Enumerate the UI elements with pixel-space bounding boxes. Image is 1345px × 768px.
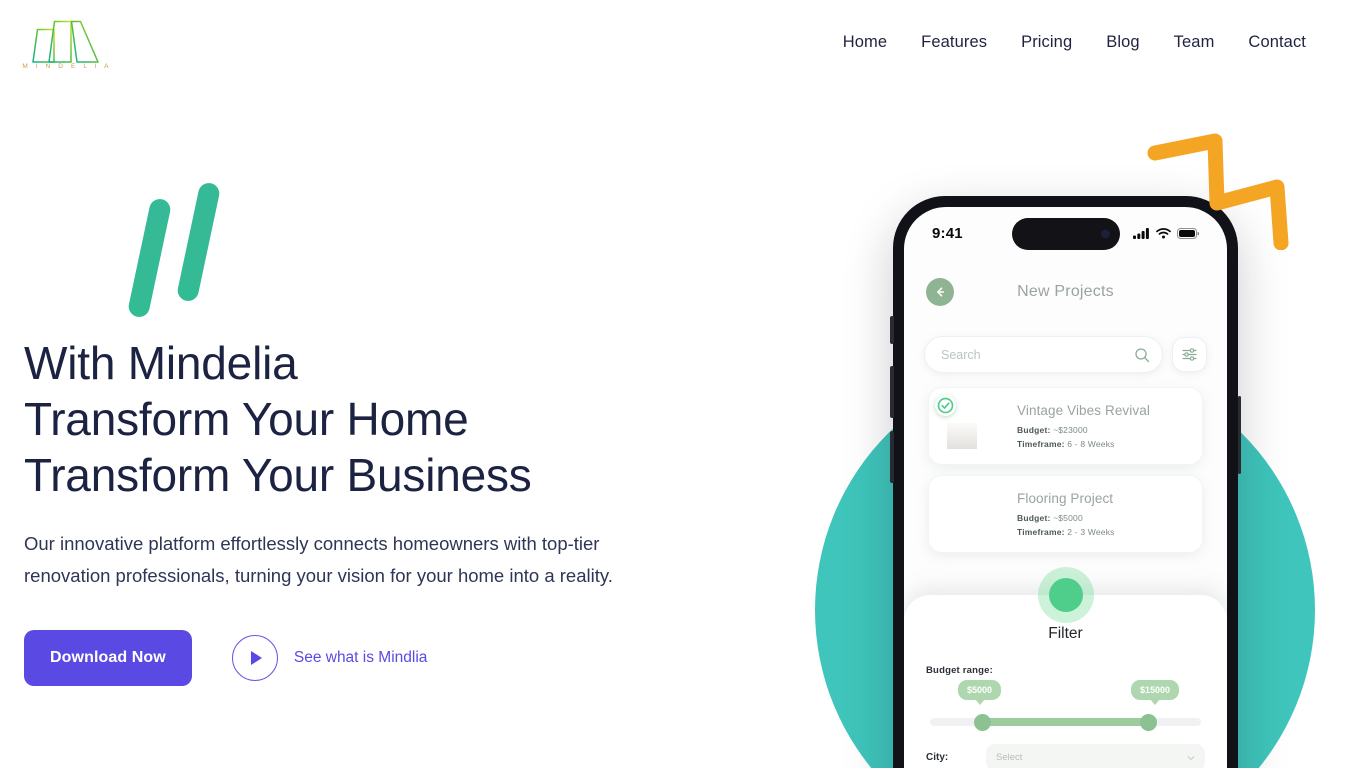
project-thumbnail-flooring bbox=[941, 485, 1005, 543]
project-budget-value: ~$23000 bbox=[1053, 425, 1088, 435]
range-fill bbox=[981, 718, 1149, 726]
city-label: City: bbox=[926, 752, 949, 763]
hero-title-line-3: Transform Your Business bbox=[24, 449, 532, 501]
city-row: City: Select bbox=[926, 744, 1205, 768]
project-budget-label: Budget: bbox=[1017, 425, 1051, 435]
orange-zigzag-decoration bbox=[1145, 125, 1305, 251]
search-input[interactable] bbox=[941, 347, 1134, 362]
search-row bbox=[904, 336, 1227, 373]
phone-power-button bbox=[1237, 396, 1241, 474]
city-select[interactable]: Select bbox=[986, 744, 1205, 768]
hero-subtitle: Our innovative platform effortlessly con… bbox=[24, 533, 613, 586]
mindelia-m-logo-icon bbox=[32, 20, 99, 63]
landing-page: M I N D E L I A Home Features Pricing Bl… bbox=[0, 0, 1345, 768]
project-budget-label: Budget: bbox=[1017, 513, 1051, 523]
nav-item-contact[interactable]: Contact bbox=[1231, 33, 1323, 52]
project-card-flooring-project[interactable]: Flooring Project Budget: ~$5000 Timefram… bbox=[928, 475, 1203, 553]
dynamic-island bbox=[1011, 218, 1120, 250]
project-timeframe-value: 6 - 8 Weeks bbox=[1067, 439, 1115, 449]
phone-volume-down-button bbox=[890, 431, 894, 483]
search-icon[interactable] bbox=[1134, 347, 1150, 363]
status-time: 9:41 bbox=[932, 224, 963, 242]
project-timeframe-value: 2 - 3 Weeks bbox=[1067, 527, 1115, 537]
phone-mockup: 9:41 New Projects Search Vintage Vibes R… bbox=[890, 196, 1241, 768]
filter-sheet: Filter Budget range: $5000 $15000 City: … bbox=[904, 567, 1227, 768]
project-timeframe-label: Timeframe: bbox=[1017, 439, 1065, 449]
city-select-value: Select bbox=[996, 752, 1023, 763]
project-card-body: Vintage Vibes Revival Budget: ~$23000 Ti… bbox=[1017, 403, 1190, 449]
budget-range-slider[interactable]: $5000 $15000 bbox=[926, 678, 1205, 740]
green-slashes-decoration bbox=[125, 178, 265, 323]
slash-bar-right bbox=[175, 181, 222, 303]
project-budget: Budget: ~$23000 bbox=[1017, 425, 1190, 435]
see-what-is-mindlia-link[interactable]: See what is Mindlia bbox=[231, 635, 428, 681]
site-header: M I N D E L I A Home Features Pricing Bl… bbox=[0, 0, 1345, 95]
page-title: With Mindelia Transform Your Home Transf… bbox=[24, 335, 724, 503]
drag-handle-icon[interactable] bbox=[1037, 567, 1094, 623]
project-timeframe-label: Timeframe: bbox=[1017, 527, 1065, 537]
project-title: Flooring Project bbox=[1017, 491, 1114, 506]
main-nav: Home Features Pricing Blog Team Contact bbox=[826, 33, 1323, 52]
project-budget-value: ~$5000 bbox=[1053, 513, 1083, 523]
budget-max-bubble: $15000 bbox=[1130, 680, 1179, 700]
budget-range-label: Budget range: bbox=[926, 665, 993, 676]
hero-actions: Download Now See what is Mindlia bbox=[24, 630, 724, 686]
project-card-body: Flooring Project Budget: ~$5000 Timefram… bbox=[1017, 491, 1190, 537]
phone-silent-switch bbox=[890, 316, 894, 344]
project-list: Vintage Vibes Revival Budget: ~$23000 Ti… bbox=[904, 387, 1227, 563]
phone-screen: 9:41 New Projects Search Vintage Vibes R… bbox=[904, 207, 1227, 768]
budget-min-bubble: $5000 bbox=[958, 680, 1002, 700]
nav-item-team[interactable]: Team bbox=[1157, 33, 1232, 52]
app-header: New Projects bbox=[904, 269, 1227, 315]
play-icon[interactable] bbox=[231, 635, 278, 681]
slash-bar-left bbox=[126, 197, 173, 319]
download-now-button[interactable]: Download Now bbox=[24, 630, 192, 686]
hero-section: With Mindelia Transform Your Home Transf… bbox=[24, 335, 724, 686]
see-what-is-mindlia-label: See what is Mindlia bbox=[293, 649, 428, 666]
hero-title-line-1: With Mindelia bbox=[24, 337, 298, 389]
nav-item-blog[interactable]: Blog bbox=[1089, 33, 1156, 52]
front-camera-icon bbox=[1100, 229, 1110, 239]
filter-title: Filter bbox=[1048, 625, 1083, 642]
project-timeframe: Timeframe: 2 - 3 Weeks bbox=[1017, 527, 1190, 537]
brand-wordmark: M I N D E L I A bbox=[22, 63, 112, 70]
check-circle-icon bbox=[935, 395, 956, 416]
nav-item-home[interactable]: Home bbox=[826, 33, 904, 52]
phone-volume-up-button bbox=[890, 366, 894, 418]
hero-title-line-2: Transform Your Home bbox=[24, 393, 469, 445]
app-screen-title: New Projects bbox=[1017, 283, 1114, 300]
sliders-filter-icon[interactable] bbox=[1172, 337, 1207, 372]
nav-item-features[interactable]: Features bbox=[904, 33, 1004, 52]
project-card-vintage-vibes-revival[interactable]: Vintage Vibes Revival Budget: ~$23000 Ti… bbox=[928, 387, 1203, 465]
project-title: Vintage Vibes Revival bbox=[1017, 403, 1150, 418]
project-timeframe: Timeframe: 6 - 8 Weeks bbox=[1017, 439, 1190, 449]
project-budget: Budget: ~$5000 bbox=[1017, 513, 1190, 523]
brand-logo[interactable]: M I N D E L I A bbox=[18, 13, 113, 75]
range-knob-min[interactable] bbox=[974, 714, 991, 731]
search-box[interactable] bbox=[924, 336, 1163, 373]
range-knob-max[interactable] bbox=[1140, 714, 1157, 731]
nav-item-pricing[interactable]: Pricing bbox=[1004, 33, 1089, 52]
chevron-down-icon bbox=[1187, 755, 1195, 760]
